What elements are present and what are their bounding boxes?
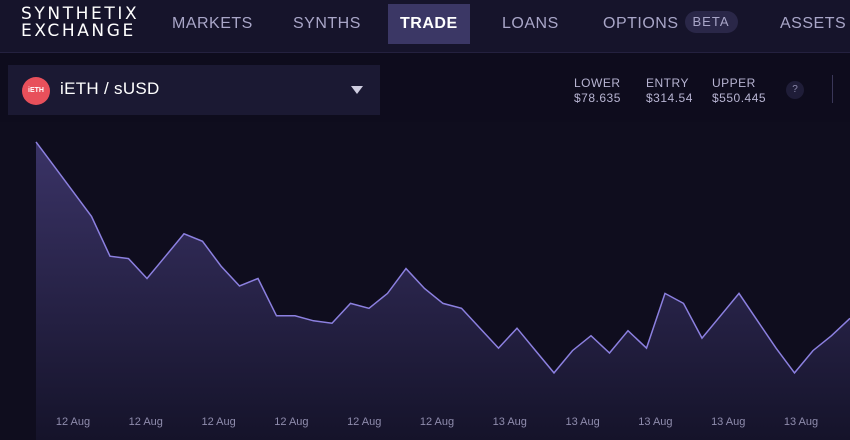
upper-limit: UPPER $550.445	[712, 76, 766, 106]
nav-markets[interactable]: MARKETS	[172, 4, 253, 44]
beta-badge: BETA	[684, 10, 738, 33]
x-tick-label: 12 Aug	[56, 416, 90, 428]
x-tick-label: 12 Aug	[274, 416, 308, 428]
pair-selector[interactable]: iETH iETH / sUSD	[8, 65, 380, 115]
nav-trade[interactable]: TRADE	[388, 4, 470, 44]
x-tick-label: 12 Aug	[129, 416, 163, 428]
pair-toolbar: iETH iETH / sUSD LOWER $78.635 ENTRY $31…	[0, 53, 850, 121]
lower-value: $78.635	[574, 91, 621, 105]
nav-options[interactable]: OPTIONS BETA	[603, 4, 738, 44]
chevron-down-icon	[351, 86, 363, 94]
logo-line-2: EXCHANGE	[21, 21, 136, 41]
upper-value: $550.445	[712, 91, 767, 105]
price-chart-svg: 12 Aug 12 Aug 12 Aug 12 Aug 12 Aug 12 Aug 13 A…	[35, 141, 850, 440]
nav-assets[interactable]: ASSETS	[780, 4, 846, 44]
top-navigation-bar: SYNTHETIX EXCHANGE MARKETS SYNTHS TRADE …	[0, 0, 850, 53]
lower-label: LOWER	[574, 76, 621, 90]
entry-label: ENTRY	[646, 76, 689, 90]
synthetix-exchange-logo[interactable]: SYNTHETIX EXCHANGE	[21, 6, 139, 40]
nav-options-label: OPTIONS	[603, 15, 679, 32]
ieth-token-icon: iETH	[22, 77, 50, 105]
x-tick-label: 13 Aug	[784, 416, 818, 428]
x-tick-label: 12 Aug	[347, 416, 381, 428]
price-area	[36, 141, 850, 440]
help-icon[interactable]: ?	[786, 81, 804, 99]
entry-price: ENTRY $314.54	[646, 76, 693, 106]
nav-loans[interactable]: LOANS	[502, 4, 559, 44]
x-tick-label: 12 Aug	[420, 416, 454, 428]
lower-limit: LOWER $78.635	[574, 76, 621, 106]
pair-label: iETH / sUSD	[60, 79, 160, 98]
x-tick-label: 13 Aug	[711, 416, 745, 428]
x-tick-label: 13 Aug	[565, 416, 599, 428]
upper-label: UPPER	[712, 76, 756, 90]
x-tick-label: 13 Aug	[638, 416, 672, 428]
x-tick-label: 12 Aug	[201, 416, 235, 428]
divider	[832, 75, 833, 103]
nav-synths[interactable]: SYNTHS	[293, 4, 361, 44]
entry-value: $314.54	[646, 91, 693, 105]
x-tick-label: 13 Aug	[493, 416, 527, 428]
price-chart[interactable]: 12 Aug 12 Aug 12 Aug 12 Aug 12 Aug 12 Aug 13 A…	[0, 122, 850, 440]
